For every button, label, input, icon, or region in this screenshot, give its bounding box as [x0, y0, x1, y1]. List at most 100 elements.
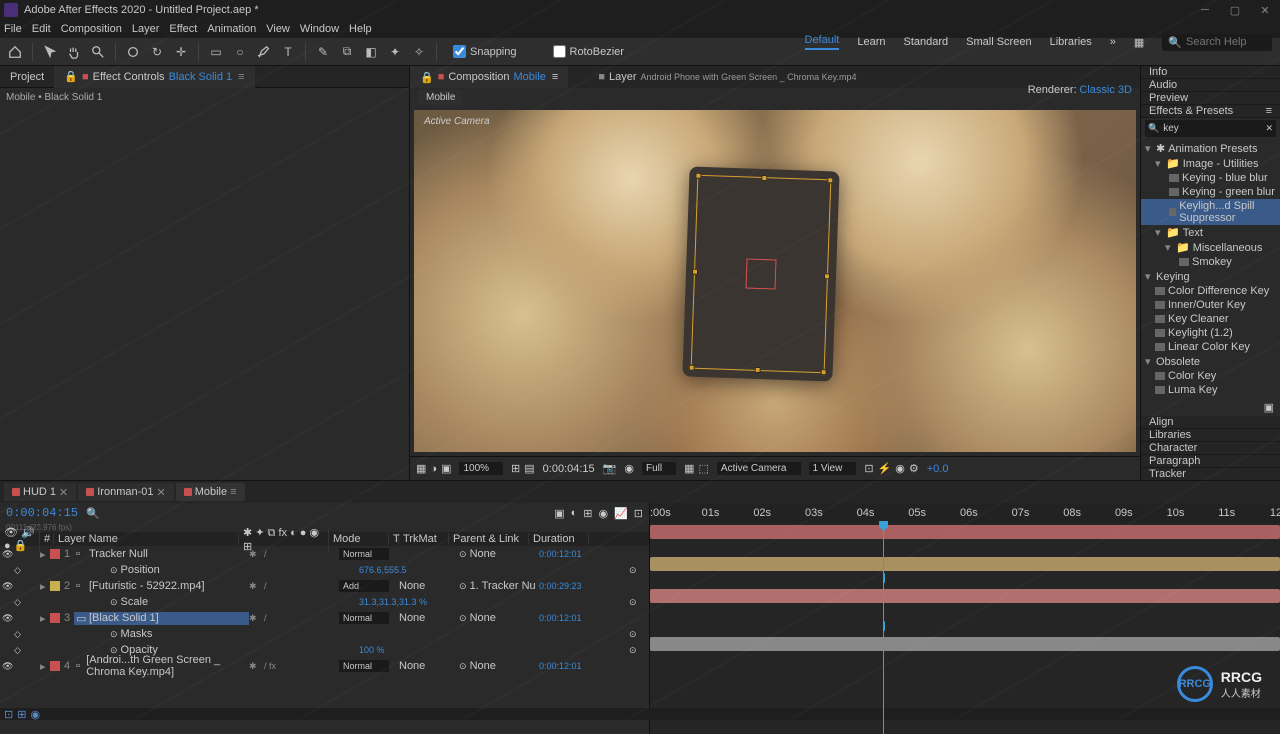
clear-search-icon[interactable]: ✕ [1265, 123, 1273, 134]
visibility-icon[interactable]: 👁 [2, 661, 12, 672]
ws-learn[interactable]: Learn [857, 36, 885, 48]
parent-link[interactable]: 1. Tracker Nu [470, 580, 536, 592]
views-dropdown[interactable]: 1 View [809, 462, 857, 475]
ws-standard[interactable]: Standard [904, 36, 949, 48]
motion-icon[interactable]: ◉ [895, 462, 905, 475]
lock-icon[interactable] [31, 581, 38, 592]
tab-project[interactable]: Project [0, 66, 54, 88]
anchor-tool[interactable]: ✛ [172, 43, 190, 61]
maximize-button[interactable]: ▢ [1220, 0, 1250, 20]
lock-icon[interactable] [31, 549, 38, 560]
track-matte[interactable]: None [399, 580, 425, 592]
property-name[interactable]: ⊙ Position [90, 564, 265, 576]
mask-icon[interactable]: ▣ [441, 462, 451, 475]
blend-mode[interactable]: Normal [339, 660, 389, 672]
time-ruler[interactable]: :00s01s02s03s04s05s06s07s08s09s10s11s12s [650, 503, 1280, 523]
gear-icon[interactable]: ⚙ [909, 462, 919, 475]
panel-effects-presets[interactable]: Effects & Presets≡ [1141, 105, 1280, 118]
label-color[interactable] [50, 613, 60, 623]
tracks-area[interactable] [650, 523, 1280, 734]
ws-libraries[interactable]: Libraries [1050, 36, 1092, 48]
transparency-icon[interactable]: ▦ [684, 462, 694, 475]
tab-layer-viewer[interactable]: ■ Layer Android Phone with Green Screen … [588, 66, 866, 88]
ellipse-tool[interactable]: ○ [231, 43, 249, 61]
tab-effect-controls[interactable]: 🔒 ■ Effect Controls Black Solid 1 ≡ [54, 66, 254, 88]
property-value[interactable]: 31.3,31.3,31.3 % [355, 597, 427, 607]
ws-grid-icon[interactable]: ▦ [1134, 36, 1144, 49]
eraser-tool[interactable]: ◧ [362, 43, 380, 61]
panel-tracker[interactable]: Tracker [1141, 468, 1280, 480]
zoom-dropdown[interactable]: 100% [459, 462, 503, 475]
panel-character[interactable]: Character [1141, 442, 1280, 455]
timecode[interactable]: 0:00:04:15 [6, 506, 78, 520]
property-name[interactable]: ⊙ Masks [90, 628, 265, 640]
fast-icon[interactable]: ⚡ [878, 462, 892, 475]
menu-effect[interactable]: Effect [169, 23, 197, 35]
anchor-point[interactable] [745, 259, 776, 290]
selection-tool[interactable] [41, 43, 59, 61]
alpha-icon[interactable]: ▦ [416, 462, 426, 475]
menu-window[interactable]: Window [300, 23, 339, 35]
status-icon[interactable]: ◉ [30, 708, 40, 721]
orbit-tool[interactable] [124, 43, 142, 61]
parent-link[interactable]: None [470, 548, 496, 560]
shy-icon[interactable]: ◐ [571, 507, 578, 519]
layer-name[interactable]: ▭[Black Solid 1] [74, 612, 249, 625]
layer-switches[interactable]: ✱ / [249, 549, 339, 560]
property-value[interactable]: 100 % [355, 645, 385, 655]
pen-tool[interactable] [255, 43, 273, 61]
menu-edit[interactable]: Edit [32, 23, 51, 35]
visibility-icon[interactable]: 👁 [2, 581, 12, 592]
menu-help[interactable]: Help [349, 23, 372, 35]
panel-align[interactable]: Align [1141, 416, 1280, 429]
3d-icon[interactable]: ⬚ [699, 462, 709, 475]
panel-menu-icon[interactable]: ≡ [1266, 105, 1272, 117]
status-icon[interactable]: ⊞ [17, 708, 26, 721]
grid-icon[interactable]: ⊞ [511, 462, 520, 475]
preset-selected[interactable]: Keyligh...d Spill Suppressor [1141, 199, 1280, 225]
effects-search-input[interactable] [1159, 121, 1265, 136]
visibility-icon[interactable]: 👁 [2, 549, 12, 560]
region-icon[interactable]: ◉ [624, 462, 634, 475]
snapshot-icon[interactable]: 📷 [603, 462, 617, 475]
puppet-tool[interactable]: ✧ [410, 43, 428, 61]
lock-icon[interactable] [31, 613, 38, 624]
text-tool[interactable]: T [279, 43, 297, 61]
comp-mini-icon[interactable]: ▣ [554, 507, 564, 520]
ws-more[interactable]: » [1110, 36, 1116, 48]
layer-name[interactable]: ▫[Androi...th Green Screen _ Chroma Key.… [74, 654, 249, 678]
menu-animation[interactable]: Animation [207, 23, 256, 35]
menu-layer[interactable]: Layer [132, 23, 160, 35]
brain-icon[interactable]: ⊡ [634, 507, 643, 520]
panel-paragraph[interactable]: Paragraph [1141, 455, 1280, 468]
new-bin-icon[interactable]: ▣ [1264, 402, 1274, 414]
timeline-tab-ironman[interactable]: Ironman-01✕ [78, 483, 173, 501]
status-icon[interactable]: ⊡ [4, 708, 13, 721]
layer-switches[interactable]: ✱ / [249, 581, 339, 592]
menu-file[interactable]: File [4, 23, 22, 35]
timeline-tab-hud[interactable]: HUD 1✕ [4, 483, 76, 501]
phone-layer[interactable] [682, 167, 839, 382]
snapping-toggle[interactable]: Snapping [453, 45, 517, 58]
menu-view[interactable]: View [266, 23, 290, 35]
ws-default[interactable]: Default [805, 34, 840, 50]
layer-name[interactable]: ▫Tracker Null [74, 548, 249, 560]
blend-mode[interactable]: Normal [339, 612, 389, 624]
tab-menu-icon[interactable]: ≡ [552, 71, 558, 83]
brush-tool[interactable]: ✎ [314, 43, 332, 61]
rotation-tool[interactable]: ↻ [148, 43, 166, 61]
visibility-icon[interactable]: 👁 [2, 613, 12, 624]
hand-tool[interactable] [65, 43, 83, 61]
renderer-label[interactable]: Renderer: Classic 3D [1028, 84, 1132, 96]
tl-search-icon[interactable]: 🔍 [86, 507, 100, 520]
roto-tool[interactable]: ✦ [386, 43, 404, 61]
lock-icon[interactable] [31, 661, 38, 672]
graph-icon[interactable]: 📈 [614, 507, 628, 520]
rect-tool[interactable]: ▭ [207, 43, 225, 61]
motion-blur-icon[interactable]: ◉ [598, 507, 608, 520]
layer-name[interactable]: ▫[Futuristic - 52922.mp4] [74, 580, 249, 592]
layer-switches[interactable]: ✱ / fx [249, 661, 339, 672]
composition-canvas[interactable]: Active Camera [414, 110, 1136, 452]
ws-small[interactable]: Small Screen [966, 36, 1031, 48]
help-search[interactable]: 🔍 [1162, 34, 1272, 51]
